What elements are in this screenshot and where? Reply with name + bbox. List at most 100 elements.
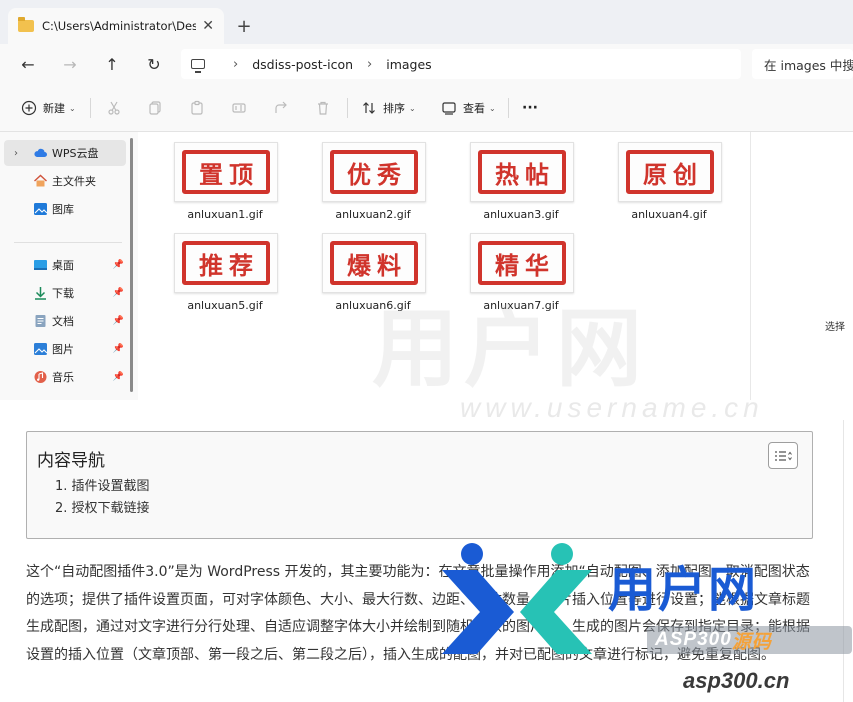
stamp-image: 优秀: [330, 150, 418, 194]
sidebar-item-label: 下载: [52, 287, 74, 300]
chevron-right-icon[interactable]: ›: [14, 148, 18, 159]
tab-bar: C:\Users\Administrator\Deskto ✕ +: [0, 0, 853, 44]
forward-button[interactable]: →: [58, 52, 82, 76]
paste-icon: [188, 99, 206, 117]
search-input[interactable]: 在 images 中搜: [752, 49, 853, 79]
chevron-down-icon: ⌄: [409, 103, 416, 113]
new-button[interactable]: 新建 ⌄: [20, 96, 76, 120]
rename-button[interactable]: [230, 96, 253, 120]
sidebar-item-gallery[interactable]: 图库: [4, 196, 126, 222]
new-button-label: 新建: [43, 102, 65, 115]
sidebar-scrollbar[interactable]: [130, 138, 133, 392]
toc-list: 1. 插件设置截图 2. 授权下载链接: [55, 476, 150, 520]
file-thumbnail: 精华: [470, 233, 574, 293]
sidebar-item-downloads[interactable]: 下载 📌: [4, 280, 126, 306]
file-name: anluxuan1.gif: [187, 208, 263, 221]
home-icon: [33, 174, 48, 188]
file-item[interactable]: 优秀 anluxuan2.gif: [314, 132, 432, 221]
share-button[interactable]: [272, 96, 295, 120]
sidebar-item-home[interactable]: 主文件夹: [4, 168, 126, 194]
file-item[interactable]: 精华 anluxuan7.gif: [462, 223, 580, 312]
file-item[interactable]: 热帖 anluxuan3.gif: [462, 132, 580, 221]
file-thumbnail: 置顶: [174, 142, 278, 202]
breadcrumb-images[interactable]: images: [386, 57, 431, 72]
cut-button[interactable]: [105, 96, 128, 120]
chevron-down-icon: ⌄: [489, 103, 496, 113]
sidebar-item-documents[interactable]: 文档 📌: [4, 308, 126, 334]
file-item[interactable]: 推荐 anluxuan5.gif: [166, 223, 284, 312]
breadcrumb-separator: ›: [233, 56, 239, 72]
sort-button[interactable]: 排序 ⌄: [360, 96, 416, 120]
sidebar-item-wps-cloud[interactable]: › WPS云盘: [4, 140, 126, 166]
back-button[interactable]: ←: [16, 52, 40, 76]
delete-icon: [314, 99, 332, 117]
view-button-label: 查看: [463, 102, 485, 115]
toc-toggle-button[interactable]: [768, 442, 798, 469]
file-thumbnail: 热帖: [470, 142, 574, 202]
toolbar-divider: [508, 98, 509, 118]
pin-icon[interactable]: 📌: [113, 260, 124, 270]
breadcrumb-dsdiss-post-icon[interactable]: dsdiss-post-icon: [252, 57, 353, 72]
tab-title: C:\Users\Administrator\Deskto: [42, 19, 197, 33]
stamp-image: 置顶: [182, 150, 270, 194]
pin-icon[interactable]: 📌: [113, 344, 124, 354]
stamp-image: 爆料: [330, 241, 418, 285]
sidebar-item-label: 音乐: [52, 371, 74, 384]
file-name: anluxuan2.gif: [335, 208, 411, 221]
file-thumbnail: 爆料: [322, 233, 426, 293]
copy-button[interactable]: [146, 96, 169, 120]
file-name: anluxuan3.gif: [483, 208, 559, 221]
sidebar-item-label: 主文件夹: [52, 175, 96, 188]
this-pc-icon: [191, 59, 205, 73]
sidebar-divider: [14, 242, 122, 243]
toc-link-download[interactable]: 2. 授权下载链接: [55, 498, 150, 520]
navigation-bar: ← → ↑ ↻ › dsdiss-post-icon › images 在 im…: [0, 44, 853, 84]
sort-icon: [360, 99, 378, 117]
toc-title: 内容导航: [37, 451, 105, 471]
stamp-image: 推荐: [182, 241, 270, 285]
pictures-icon: [33, 342, 48, 356]
file-thumbnail: 原创: [618, 142, 722, 202]
toolbar-divider: [347, 98, 348, 118]
sidebar-item-label: 桌面: [52, 259, 74, 272]
file-thumbnail: 优秀: [322, 142, 426, 202]
music-icon: [33, 370, 48, 384]
folder-icon: [18, 17, 34, 32]
desktop-icon: [33, 258, 48, 272]
tab-current-folder[interactable]: C:\Users\Administrator\Deskto ✕: [8, 8, 224, 44]
more-options-button[interactable]: ···: [522, 96, 538, 120]
sidebar-item-pictures[interactable]: 图片 📌: [4, 336, 126, 362]
pin-icon[interactable]: 📌: [113, 372, 124, 382]
toc-link-settings-screenshot[interactable]: 1. 插件设置截图: [55, 476, 150, 498]
file-item[interactable]: 置顶 anluxuan1.gif: [166, 132, 284, 221]
refresh-button[interactable]: ↻: [142, 52, 166, 76]
stamp-image: 精华: [478, 241, 566, 285]
up-button[interactable]: ↑: [100, 52, 124, 76]
sidebar-item-label: WPS云盘: [52, 147, 99, 160]
pin-icon[interactable]: 📌: [113, 288, 124, 298]
copy-icon: [146, 99, 164, 117]
view-button[interactable]: 查看 ⌄: [440, 96, 496, 120]
command-bar: 新建 ⌄ 排序 ⌄ 查看 ⌄ ···: [0, 84, 853, 132]
pin-icon[interactable]: 📌: [113, 316, 124, 326]
paste-button[interactable]: [188, 96, 211, 120]
file-thumbnail: 推荐: [174, 233, 278, 293]
content-divider: [843, 420, 844, 702]
sidebar-item-music[interactable]: 音乐 📌: [4, 364, 126, 390]
breadcrumb-separator: ›: [367, 56, 373, 72]
navigation-pane: › WPS云盘 主文件夹 图库 桌面 📌 下载 📌 文档 📌 图片 📌 音乐 📌: [0, 132, 138, 400]
file-name: anluxuan7.gif: [483, 299, 559, 312]
rename-icon: [230, 99, 248, 117]
plus-icon: [20, 99, 38, 117]
address-bar[interactable]: › dsdiss-post-icon › images: [181, 49, 741, 79]
delete-button[interactable]: [314, 96, 337, 120]
details-hint: 选择: [825, 322, 845, 333]
file-item[interactable]: 爆料 anluxuan6.gif: [314, 223, 432, 312]
new-tab-button[interactable]: +: [232, 14, 256, 38]
sidebar-item-desktop[interactable]: 桌面 📌: [4, 252, 126, 278]
close-tab-icon[interactable]: ✕: [202, 18, 214, 34]
table-of-contents: 内容导航 1. 插件设置截图 2. 授权下载链接: [26, 431, 813, 539]
file-item[interactable]: 原创 anluxuan4.gif: [610, 132, 728, 221]
file-list: 置顶 anluxuan1.gif 优秀 anluxuan2.gif 热帖 anl…: [138, 132, 750, 400]
document-icon: [33, 314, 48, 328]
